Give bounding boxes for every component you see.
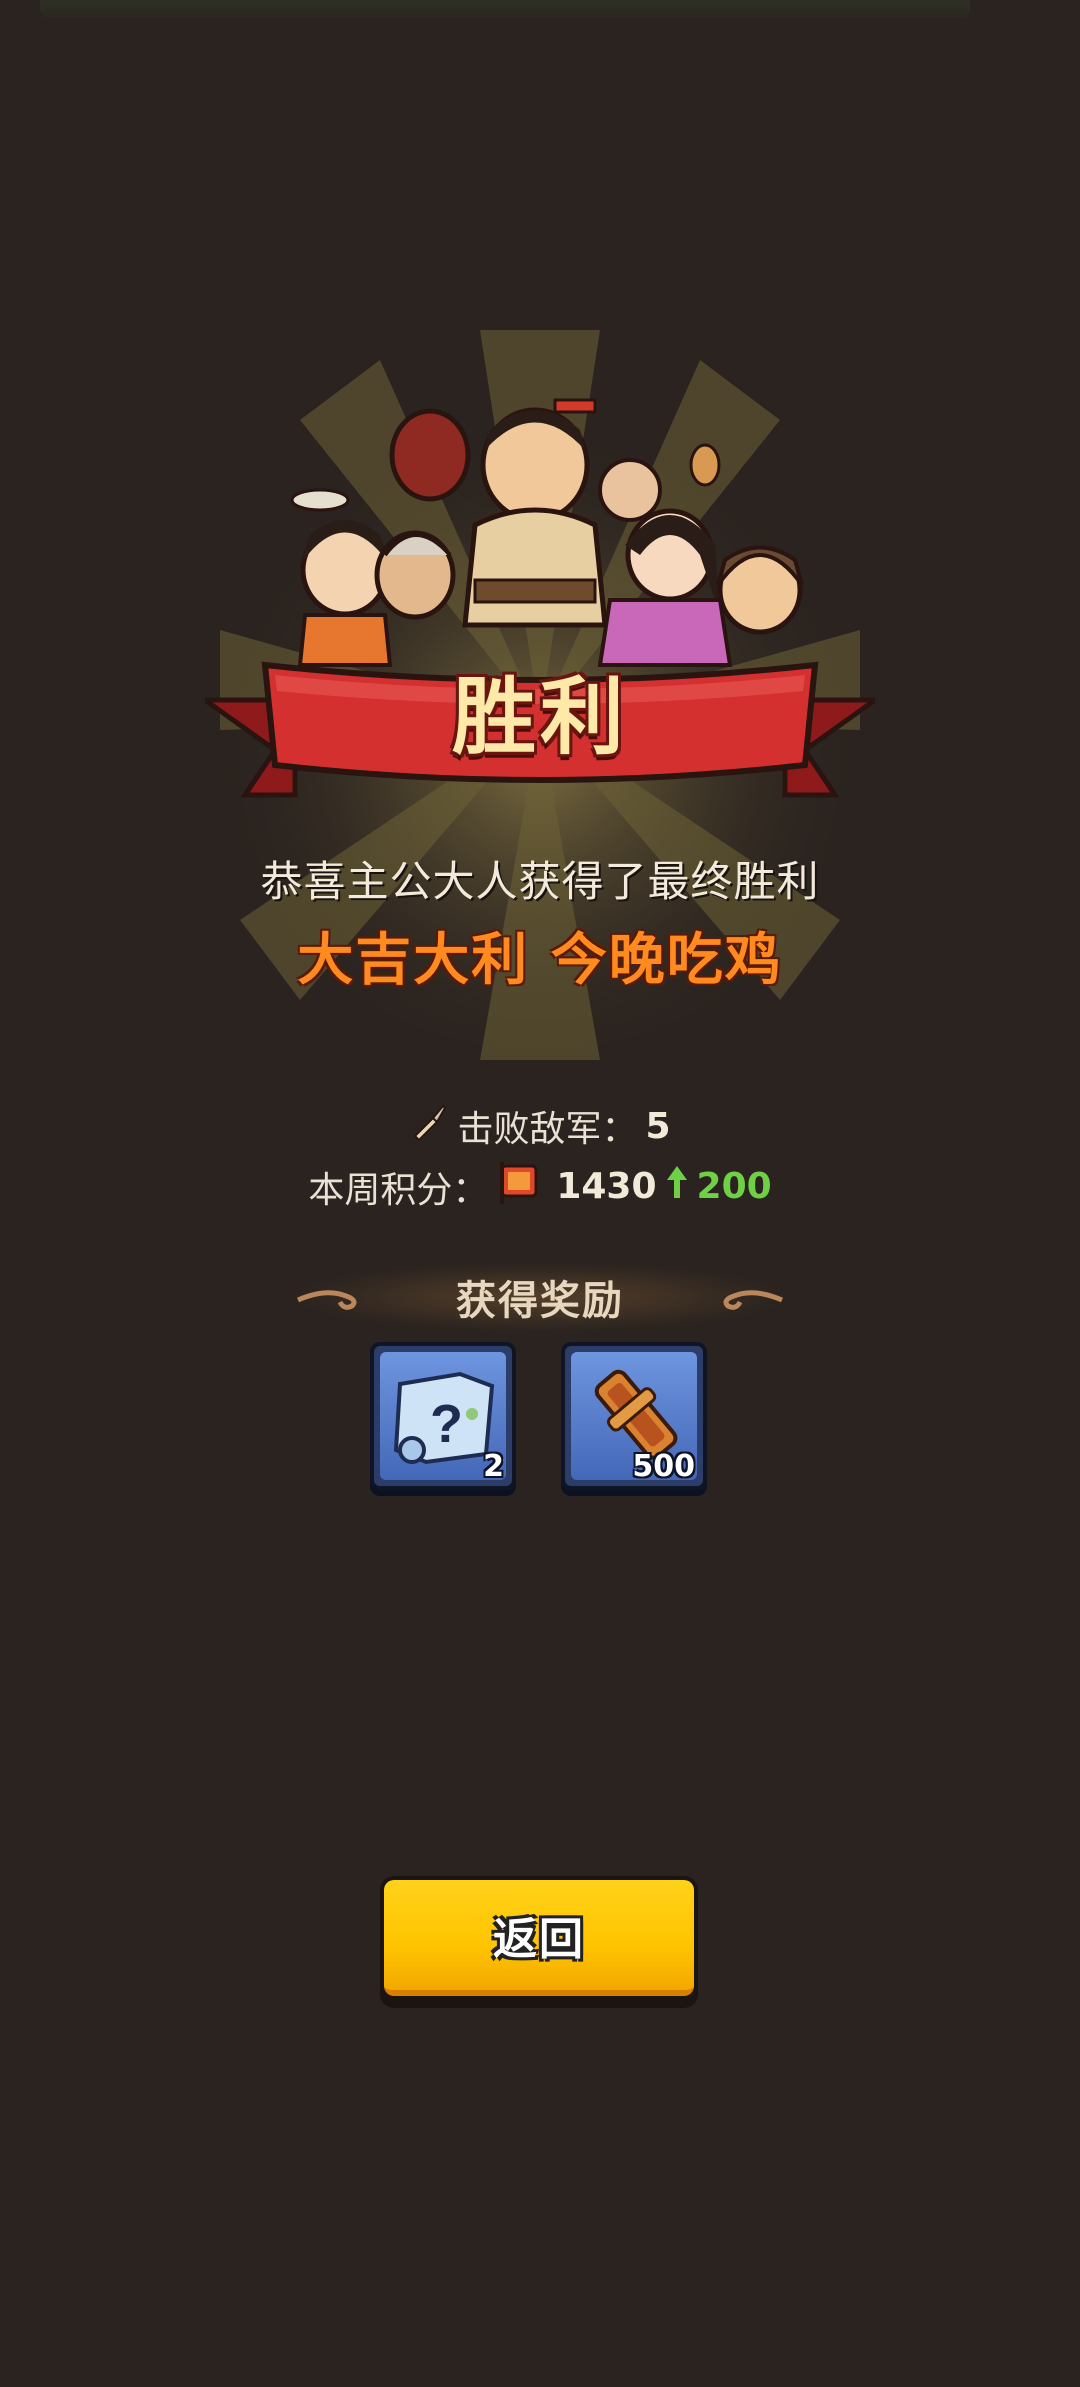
defeated-label: 击败敌军： xyxy=(457,1109,638,1150)
weekly-gain-value: 200 xyxy=(696,1166,772,1207)
war-flag-icon xyxy=(496,1158,548,1215)
victory-subtitle: 恭喜主公大人获得了最终胜利 xyxy=(260,857,820,906)
defeated-enemies-row: 击败敌军： 5 xyxy=(0,1100,1080,1152)
celebrating-characters-illustration xyxy=(290,398,804,667)
return-button[interactable]: 返回 xyxy=(380,1876,698,2008)
reward-item-token[interactable]: 500 xyxy=(561,1342,707,1490)
up-arrow-icon xyxy=(665,1164,689,1209)
reward-count: 2 xyxy=(483,1449,504,1484)
victory-slogan: 大吉大利 今晚吃鸡 xyxy=(297,928,783,993)
weekly-points-label: 本周积分： xyxy=(308,1169,489,1211)
victory-title: 胜利 xyxy=(451,668,628,766)
reward-count: 500 xyxy=(632,1449,695,1484)
rewards-title: 获得奖励 xyxy=(456,1278,624,1324)
return-button-label: 返回 xyxy=(493,1914,585,1965)
dagger-icon xyxy=(409,1102,449,1151)
cloud-ornament-right-icon xyxy=(723,1290,783,1310)
cloud-ornament-left-icon xyxy=(297,1290,357,1310)
top-status-strip xyxy=(40,0,970,18)
reward-item-map[interactable]: ? 2 xyxy=(370,1342,516,1490)
weekly-points-row: 本周积分： 1430 200 xyxy=(0,1158,1080,1215)
defeated-value: 5 xyxy=(645,1105,671,1147)
weekly-points-value: 1430 xyxy=(556,1166,657,1207)
return-button-face[interactable]: 返回 xyxy=(384,1880,694,1996)
svg-text:?: ? xyxy=(430,1394,463,1454)
